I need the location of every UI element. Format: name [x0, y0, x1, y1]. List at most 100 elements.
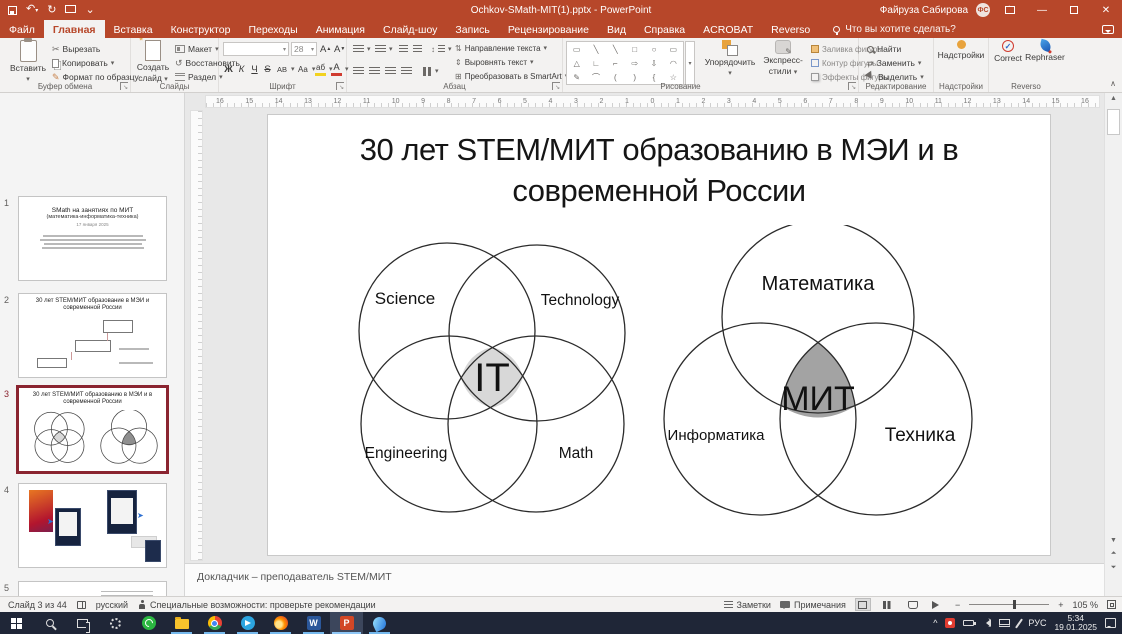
collapse-ribbon-button[interactable]: ∧ [1110, 79, 1116, 88]
tab-view[interactable]: Вид [598, 20, 635, 38]
next-slide-button[interactable]: ⏷ [1107, 564, 1120, 572]
powerpoint-button-active[interactable]: P [330, 612, 363, 634]
zoom-in-button[interactable]: + [1058, 600, 1063, 610]
network-icon[interactable] [999, 619, 1010, 627]
change-case-button[interactable]: Аа▾ [297, 62, 315, 76]
numbering-button[interactable]: ▾ [375, 42, 393, 56]
firefox-button[interactable] [264, 612, 297, 634]
slide-title[interactable]: 30 лет STEM/МИТ образованию в МЭИ и в со… [298, 129, 1020, 211]
tab-reverso[interactable]: Reverso [762, 20, 819, 38]
tab-design[interactable]: Конструктор [162, 20, 240, 38]
paste-button[interactable]: Вставить▾ [8, 40, 48, 84]
slide-canvas[interactable]: 30 лет STEM/МИТ образованию в МЭИ и в со… [268, 115, 1050, 555]
font-name-combo[interactable]: ▾ [223, 42, 289, 56]
convert-smartart-button[interactable]: ⊞Преобразовать в SmartArt▾ [455, 69, 568, 83]
shapes-gallery[interactable]: ▭╲╲□○▭△∟⌐⇨⇩◠✎⌒(){☆ [566, 41, 684, 85]
previous-slide-button[interactable]: ⏶ [1107, 550, 1120, 558]
vertical-scrollbar[interactable]: ▲ ▼ ⏶ ⏷ [1104, 93, 1122, 596]
grow-font-button[interactable]: А▲ [319, 42, 332, 56]
notes-toggle-button[interactable]: Заметки [724, 600, 771, 610]
reading-view-button[interactable] [905, 598, 921, 611]
notes-text[interactable]: Докладчик – преподаватель STEM/МИТ [197, 571, 392, 583]
cut-button[interactable]: ✂Вырезать [52, 42, 100, 56]
underline-button[interactable]: Ч [249, 62, 260, 76]
align-center-button[interactable] [369, 64, 380, 78]
increase-indent-button[interactable] [413, 42, 422, 56]
task-view-button[interactable] [66, 612, 99, 634]
redo-icon[interactable]: ↻ [47, 5, 56, 15]
shrink-font-button[interactable]: А▼ [333, 42, 346, 56]
customize-qat-icon[interactable]: ⌄ [85, 5, 94, 15]
tab-insert[interactable]: Вставка [105, 20, 162, 38]
accessibility-checker[interactable]: Специальные возможности: проверьте реком… [138, 600, 376, 610]
zoom-out-button[interactable]: − [955, 600, 960, 610]
close-button[interactable]: ✕ [1094, 0, 1118, 20]
font-size-combo[interactable]: 28▾ [291, 42, 317, 56]
align-text-button[interactable]: ⇕Выровнять текст▾ [455, 55, 534, 69]
telegram-button[interactable] [231, 612, 264, 634]
text-highlight-button[interactable]: аб▾ [315, 62, 333, 76]
horizontal-ruler[interactable]: 1615141312111098765432101234567891011121… [205, 95, 1100, 108]
volume-icon[interactable] [982, 619, 991, 627]
whatsapp-button[interactable] [132, 612, 165, 634]
arrange-button[interactable]: Упорядочить▾ [701, 40, 759, 78]
undo-icon[interactable]: ↶▾ [26, 4, 38, 16]
font-color-button[interactable]: А▾ [331, 62, 349, 76]
venn-diagram-mit[interactable]: Математика Информатика Техника МИТ [658, 225, 978, 530]
bullets-button[interactable]: ▾ [353, 42, 371, 56]
justify-button[interactable] [401, 64, 412, 78]
scroll-up-icon[interactable]: ▲ [1107, 95, 1120, 102]
comments-icon[interactable] [1102, 25, 1114, 34]
decrease-indent-button[interactable] [399, 42, 408, 56]
thumbnail-slide-5[interactable]: 16 ЗАНЯТИЙ МИТ: МАТЕМАТИКА — ИНФОРМАТИКА… [18, 581, 167, 596]
action-center-icon[interactable] [1105, 618, 1116, 628]
battery-icon[interactable] [963, 620, 974, 626]
scrollbar-thumb[interactable] [1107, 109, 1120, 135]
bold-button[interactable]: Ж [223, 62, 234, 76]
tab-record[interactable]: Запись [446, 20, 498, 38]
shapes-gallery-more-button[interactable]: ▾ [685, 41, 695, 85]
slide-sorter-view-button[interactable] [880, 598, 896, 611]
zoom-slider[interactable] [969, 604, 1049, 605]
align-left-button[interactable] [353, 64, 364, 78]
restore-button[interactable] [1062, 0, 1086, 20]
slideshow-view-button[interactable] [930, 598, 946, 611]
spellcheck-icon[interactable] [77, 601, 86, 609]
tab-transitions[interactable]: Переходы [239, 20, 306, 38]
text-direction-button[interactable]: ⇅Направление текста▾ [455, 41, 547, 55]
font-dialog-launcher[interactable] [336, 82, 344, 90]
normal-view-button[interactable] [855, 598, 871, 611]
columns-button[interactable]: ▾ [423, 64, 439, 78]
thumbnail-slide-1[interactable]: SMath на занятиях по МИТ (математика-инф… [18, 196, 167, 281]
align-right-button[interactable] [385, 64, 396, 78]
clock[interactable]: 5:34 19.01.2025 [1054, 614, 1097, 632]
tab-animations[interactable]: Анимация [307, 20, 374, 38]
layout-button[interactable]: Макет▾ [175, 42, 219, 56]
tab-file[interactable]: Файл [0, 20, 44, 38]
pen-icon[interactable] [1015, 618, 1023, 628]
zoom-slider-thumb[interactable] [1013, 600, 1016, 609]
addins-button[interactable]: Надстройки [937, 40, 985, 60]
browser-app-button[interactable] [363, 612, 396, 634]
notes-pane[interactable]: Докладчик – преподаватель STEM/МИТ [185, 563, 1104, 596]
thumbnail-slide-4[interactable]: ➤ ➤ [18, 483, 167, 568]
tab-help[interactable]: Справка [635, 20, 694, 38]
reverso-correct-button[interactable]: ✓ Correct [989, 40, 1027, 63]
thumbnail-slide-3-selected[interactable]: 30 лет STEM/МИТ образованию в МЭИ и в со… [18, 387, 167, 472]
minimize-button[interactable]: — [1030, 0, 1054, 20]
find-button[interactable]: Найти [867, 42, 901, 56]
tab-slideshow[interactable]: Слайд-шоу [374, 20, 446, 38]
strikethrough-button[interactable]: S [262, 62, 273, 76]
show-hidden-icons-button[interactable]: ^ [933, 618, 937, 628]
drawing-dialog-launcher[interactable] [848, 82, 856, 90]
line-spacing-button[interactable]: ↕▾ [431, 42, 452, 56]
keyboard-language[interactable]: РУС [1028, 618, 1046, 628]
char-spacing-button[interactable]: АВ▾ [276, 62, 295, 76]
avatar[interactable]: ФС [976, 3, 990, 17]
vertical-ruler[interactable] [190, 110, 203, 561]
tab-home[interactable]: Главная [44, 20, 105, 38]
start-button[interactable] [0, 612, 33, 634]
comments-toggle-button[interactable]: Примечания [780, 600, 846, 610]
copy-button[interactable]: Копировать▾ [52, 56, 114, 70]
italic-button[interactable]: К [236, 62, 247, 76]
